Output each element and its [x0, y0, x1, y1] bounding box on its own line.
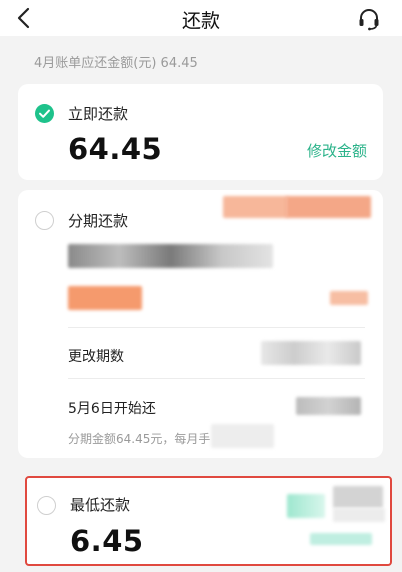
divider	[68, 378, 365, 379]
installment-note: 分期金额64.45元，每月手	[68, 432, 211, 446]
bill-summary: 4月账单应还金额(元) 64.45	[34, 56, 198, 71]
obscured-content	[310, 533, 372, 545]
obscured-content	[261, 341, 361, 365]
obscured-content	[330, 291, 368, 305]
change-periods-label[interactable]: 更改期数	[68, 346, 124, 366]
obscured-content	[68, 286, 142, 310]
minimum-label: 最低还款	[70, 496, 131, 514]
headset-icon	[359, 9, 379, 31]
checkmark-icon	[39, 109, 50, 118]
start-date-label: 5月6日开始还	[68, 401, 156, 417]
obscured-content	[223, 196, 288, 218]
customer-service-button[interactable]	[356, 6, 382, 32]
immediate-amount: 64.45	[68, 132, 163, 166]
immediate-label: 立即还款	[68, 105, 129, 123]
radio-minimum[interactable]	[37, 496, 56, 515]
obscured-content	[287, 494, 325, 518]
obscured-content	[286, 196, 371, 218]
radio-installment[interactable]	[35, 211, 54, 230]
obscured-content	[68, 244, 273, 268]
obscured-content	[333, 486, 383, 508]
immediate-repayment-card[interactable]: 立即还款 64.45 修改金额	[18, 84, 383, 180]
obscured-content	[211, 424, 274, 448]
top-bar: 还款	[0, 0, 402, 36]
page-title: 还款	[181, 10, 220, 32]
obscured-content	[296, 397, 361, 415]
installment-repayment-card[interactable]: 分期还款 更改期数 5月6日开始还 分期金额64.45元，每月手	[18, 190, 383, 458]
obscured-content	[333, 508, 385, 522]
radio-immediate[interactable]	[35, 104, 54, 123]
minimum-repayment-card[interactable]: 最低还款 6.45	[25, 476, 392, 566]
installment-label: 分期还款	[68, 212, 129, 230]
minimum-amount: 6.45	[70, 524, 144, 558]
divider	[68, 327, 365, 328]
edit-amount-link[interactable]: 修改金额	[307, 140, 367, 161]
